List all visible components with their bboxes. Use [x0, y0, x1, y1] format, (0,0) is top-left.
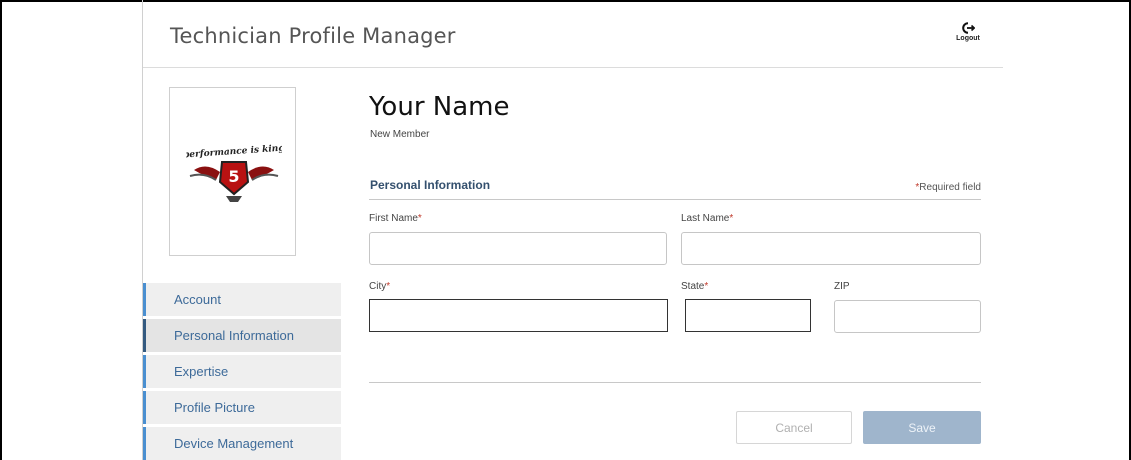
- user-role: New Member: [370, 129, 430, 140]
- logo-badge: 5: [228, 167, 239, 186]
- logout-label: Logout: [956, 35, 980, 42]
- zip-input[interactable]: [834, 300, 981, 333]
- required-note-text: Required field: [919, 182, 981, 193]
- state-label: State*: [681, 281, 709, 292]
- sidebar-item-profile-picture[interactable]: Profile Picture: [143, 391, 341, 424]
- sidebar-item-expertise[interactable]: Expertise: [143, 355, 341, 388]
- logout-button[interactable]: Logout: [953, 22, 983, 42]
- logo-text: performance is king: [186, 143, 282, 160]
- first-name-input[interactable]: [369, 232, 667, 265]
- cancel-button[interactable]: Cancel: [736, 411, 852, 444]
- sidebar-nav: Account Personal Information Expertise P…: [143, 283, 341, 460]
- sidebar-item-device-management[interactable]: Device Management: [143, 427, 341, 460]
- user-name: Your Name: [369, 92, 510, 122]
- required-note: *Required field: [915, 182, 981, 193]
- zip-label: ZIP: [834, 281, 850, 292]
- app-container: Technician Profile Manager Logout perfor…: [142, 0, 1003, 460]
- app-title: Technician Profile Manager: [170, 24, 456, 48]
- sidebar-item-account[interactable]: Account: [143, 283, 341, 316]
- save-button[interactable]: Save: [863, 411, 981, 444]
- last-name-label: Last Name*: [681, 213, 734, 224]
- profile-photo: performance is king 5: [169, 87, 296, 256]
- section-divider: [369, 199, 981, 200]
- city-label: City*: [369, 281, 391, 292]
- state-input[interactable]: [685, 299, 811, 332]
- first-name-label: First Name*: [369, 213, 422, 224]
- form-divider: [369, 382, 981, 383]
- sidebar-item-personal-information[interactable]: Personal Information: [143, 319, 341, 352]
- logout-icon: [962, 22, 975, 34]
- city-input[interactable]: [369, 299, 668, 332]
- header: Technician Profile Manager Logout: [143, 0, 1003, 68]
- section-title: Personal Information: [370, 178, 491, 192]
- last-name-input[interactable]: [681, 232, 981, 265]
- performance-is-king-logo: performance is king 5: [186, 143, 282, 202]
